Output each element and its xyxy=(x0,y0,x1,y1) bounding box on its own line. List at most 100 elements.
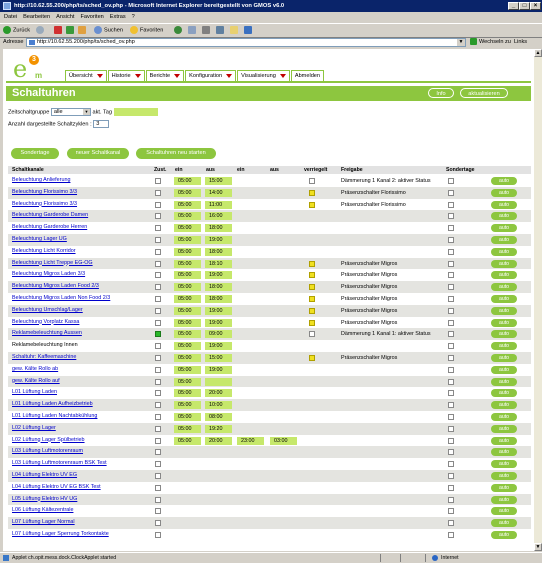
auto-button[interactable]: auto xyxy=(491,247,517,256)
special-days-checkbox[interactable] xyxy=(448,260,454,267)
time-on1[interactable]: 05:00 xyxy=(174,200,201,209)
channel-link[interactable]: Beleuchtung Florissimo 3/3 xyxy=(12,189,77,196)
auto-button[interactable]: auto xyxy=(491,200,517,209)
channel-link[interactable]: Beleuchtung Umschlag/Lager xyxy=(12,307,83,314)
time-off1[interactable]: 19:00 xyxy=(205,271,232,280)
special-days-checkbox[interactable] xyxy=(448,437,454,444)
time-on1[interactable]: 05:00 xyxy=(174,389,201,398)
restart-schedules-button[interactable]: Schaltuhren neu starten xyxy=(136,148,216,159)
time-on1[interactable]: 05:00 xyxy=(174,271,201,280)
auto-button[interactable]: auto xyxy=(491,271,517,280)
refresh-button[interactable] xyxy=(66,26,76,35)
vertical-scrollbar[interactable]: ▲ ▼ xyxy=(534,49,542,551)
time-off1[interactable]: 19:00 xyxy=(205,306,232,315)
auto-button[interactable]: auto xyxy=(491,283,517,292)
scroll-down-icon[interactable]: ▼ xyxy=(534,543,542,551)
stop-button[interactable] xyxy=(54,26,64,35)
special-days-checkbox[interactable] xyxy=(448,178,454,184)
time-on1[interactable]: 05:00 xyxy=(174,294,201,303)
time-on1[interactable]: 05:00 xyxy=(174,247,201,256)
channel-link[interactable]: L02 Lüftung Lager xyxy=(12,425,56,432)
special-days-checkbox[interactable] xyxy=(448,319,454,326)
channel-link[interactable]: L07 Lüftung Lager Normal xyxy=(12,519,75,526)
messenger-button[interactable] xyxy=(244,26,254,35)
links-button[interactable]: Links xyxy=(514,38,527,47)
time-on1[interactable]: 05:00 xyxy=(174,177,201,185)
channel-link[interactable]: Beleuchtung Florissimo 3/3 xyxy=(12,201,77,208)
channel-link[interactable]: Beleuchtung Lager UG xyxy=(12,236,67,243)
time-on1[interactable]: 05:00 xyxy=(174,212,201,221)
special-days-checkbox[interactable] xyxy=(448,378,454,385)
auto-button[interactable]: auto xyxy=(491,448,517,457)
time-off2[interactable]: 03:00 xyxy=(270,436,297,445)
time-off1[interactable]: 18:00 xyxy=(205,283,232,292)
time-on1[interactable]: 05:00 xyxy=(174,353,201,362)
time-off1[interactable]: 18:00 xyxy=(205,294,232,303)
special-days-checkbox[interactable] xyxy=(448,284,454,291)
time-on1[interactable]: 05:00 xyxy=(174,436,201,445)
group-select[interactable]: alle ▼ xyxy=(50,108,91,116)
nav-tab-2[interactable]: Berichte xyxy=(145,70,185,81)
time-on1[interactable]: 05:00 xyxy=(174,424,201,433)
time-off1[interactable]: 19:00 xyxy=(205,365,232,374)
favorites-button[interactable]: Favoriten xyxy=(130,26,163,35)
address-dropdown-icon[interactable]: ▼ xyxy=(457,39,465,46)
locked-checkbox[interactable] xyxy=(309,331,315,338)
special-days-button[interactable]: Sondertage xyxy=(11,148,59,159)
search-button[interactable]: Suchen xyxy=(94,26,123,35)
time-off1[interactable]: 18:00 xyxy=(205,247,232,256)
channel-link[interactable]: L03 Lüftung Luftmotorenraum BSK Test xyxy=(12,460,107,467)
channel-link[interactable]: Beleuchtung Vorplatz Kassa xyxy=(12,319,79,326)
time-on1[interactable]: 05:00 xyxy=(174,365,201,374)
time-on1[interactable]: 05:00 xyxy=(174,318,201,327)
time-on1[interactable]: 05:00 xyxy=(174,283,201,292)
nav-tab-1[interactable]: Historie xyxy=(107,70,145,81)
time-on1[interactable]: 05:00 xyxy=(174,412,201,421)
auto-button[interactable]: auto xyxy=(491,507,517,516)
current-day-field[interactable] xyxy=(113,108,158,116)
auto-button[interactable]: auto xyxy=(491,460,517,469)
menu-2[interactable]: Ansicht xyxy=(56,14,74,20)
nav-tab-4[interactable]: Visualisierung xyxy=(237,70,290,81)
time-off1[interactable]: 18:10 xyxy=(205,259,232,268)
special-days-checkbox[interactable] xyxy=(448,472,454,479)
locked-checkbox[interactable] xyxy=(309,272,315,279)
menu-5[interactable]: ? xyxy=(132,14,135,20)
nav-tab-0[interactable]: Übersicht xyxy=(65,70,107,81)
auto-button[interactable]: auto xyxy=(491,259,517,268)
time-on1[interactable]: 05:00 xyxy=(174,342,201,351)
special-days-checkbox[interactable] xyxy=(448,248,454,255)
forward-button[interactable] xyxy=(36,26,46,35)
channel-link[interactable]: Beleuchtung Licht Korridor xyxy=(12,248,76,255)
menu-4[interactable]: Extras xyxy=(110,14,126,20)
home-button[interactable] xyxy=(78,26,88,35)
special-days-checkbox[interactable] xyxy=(448,354,454,361)
time-off1[interactable]: 15:00 xyxy=(205,353,232,362)
auto-button[interactable]: auto xyxy=(491,235,517,244)
special-days-checkbox[interactable] xyxy=(448,272,454,279)
channel-link[interactable]: L07 Lüftung Lager Sperrung Torkontakte xyxy=(12,531,109,538)
special-days-checkbox[interactable] xyxy=(448,461,454,468)
time-off1[interactable]: 19:00 xyxy=(205,342,232,351)
auto-button[interactable]: auto xyxy=(491,483,517,492)
channel-link[interactable]: L01 Lüftung Laden Aufheizbetrieb xyxy=(12,401,93,408)
auto-button[interactable]: auto xyxy=(491,365,517,374)
menu-1[interactable]: Bearbeiten xyxy=(23,14,50,20)
time-off1[interactable]: 19:00 xyxy=(205,318,232,327)
special-days-checkbox[interactable] xyxy=(448,402,454,409)
time-off1[interactable]: 19:00 xyxy=(205,235,232,244)
channel-link[interactable]: Beleuchtung Licht Treppe EG-OG xyxy=(12,260,93,267)
auto-button[interactable]: auto xyxy=(491,318,517,327)
special-days-checkbox[interactable] xyxy=(448,213,454,220)
special-days-checkbox[interactable] xyxy=(448,425,454,432)
auto-button[interactable]: auto xyxy=(491,471,517,480)
time-off1[interactable]: 15:00 xyxy=(205,177,232,185)
time-on1[interactable]: 05:00 xyxy=(174,259,201,268)
nav-tab-3[interactable]: Konfiguration xyxy=(185,70,237,81)
auto-button[interactable]: auto xyxy=(491,342,517,351)
new-channel-button[interactable]: neuer Schaltkanal xyxy=(67,148,129,159)
auto-button[interactable]: auto xyxy=(491,212,517,221)
auto-button[interactable]: auto xyxy=(491,353,517,362)
menu-0[interactable]: Datei xyxy=(4,14,17,20)
time-on1[interactable]: 05:00 xyxy=(174,330,201,339)
